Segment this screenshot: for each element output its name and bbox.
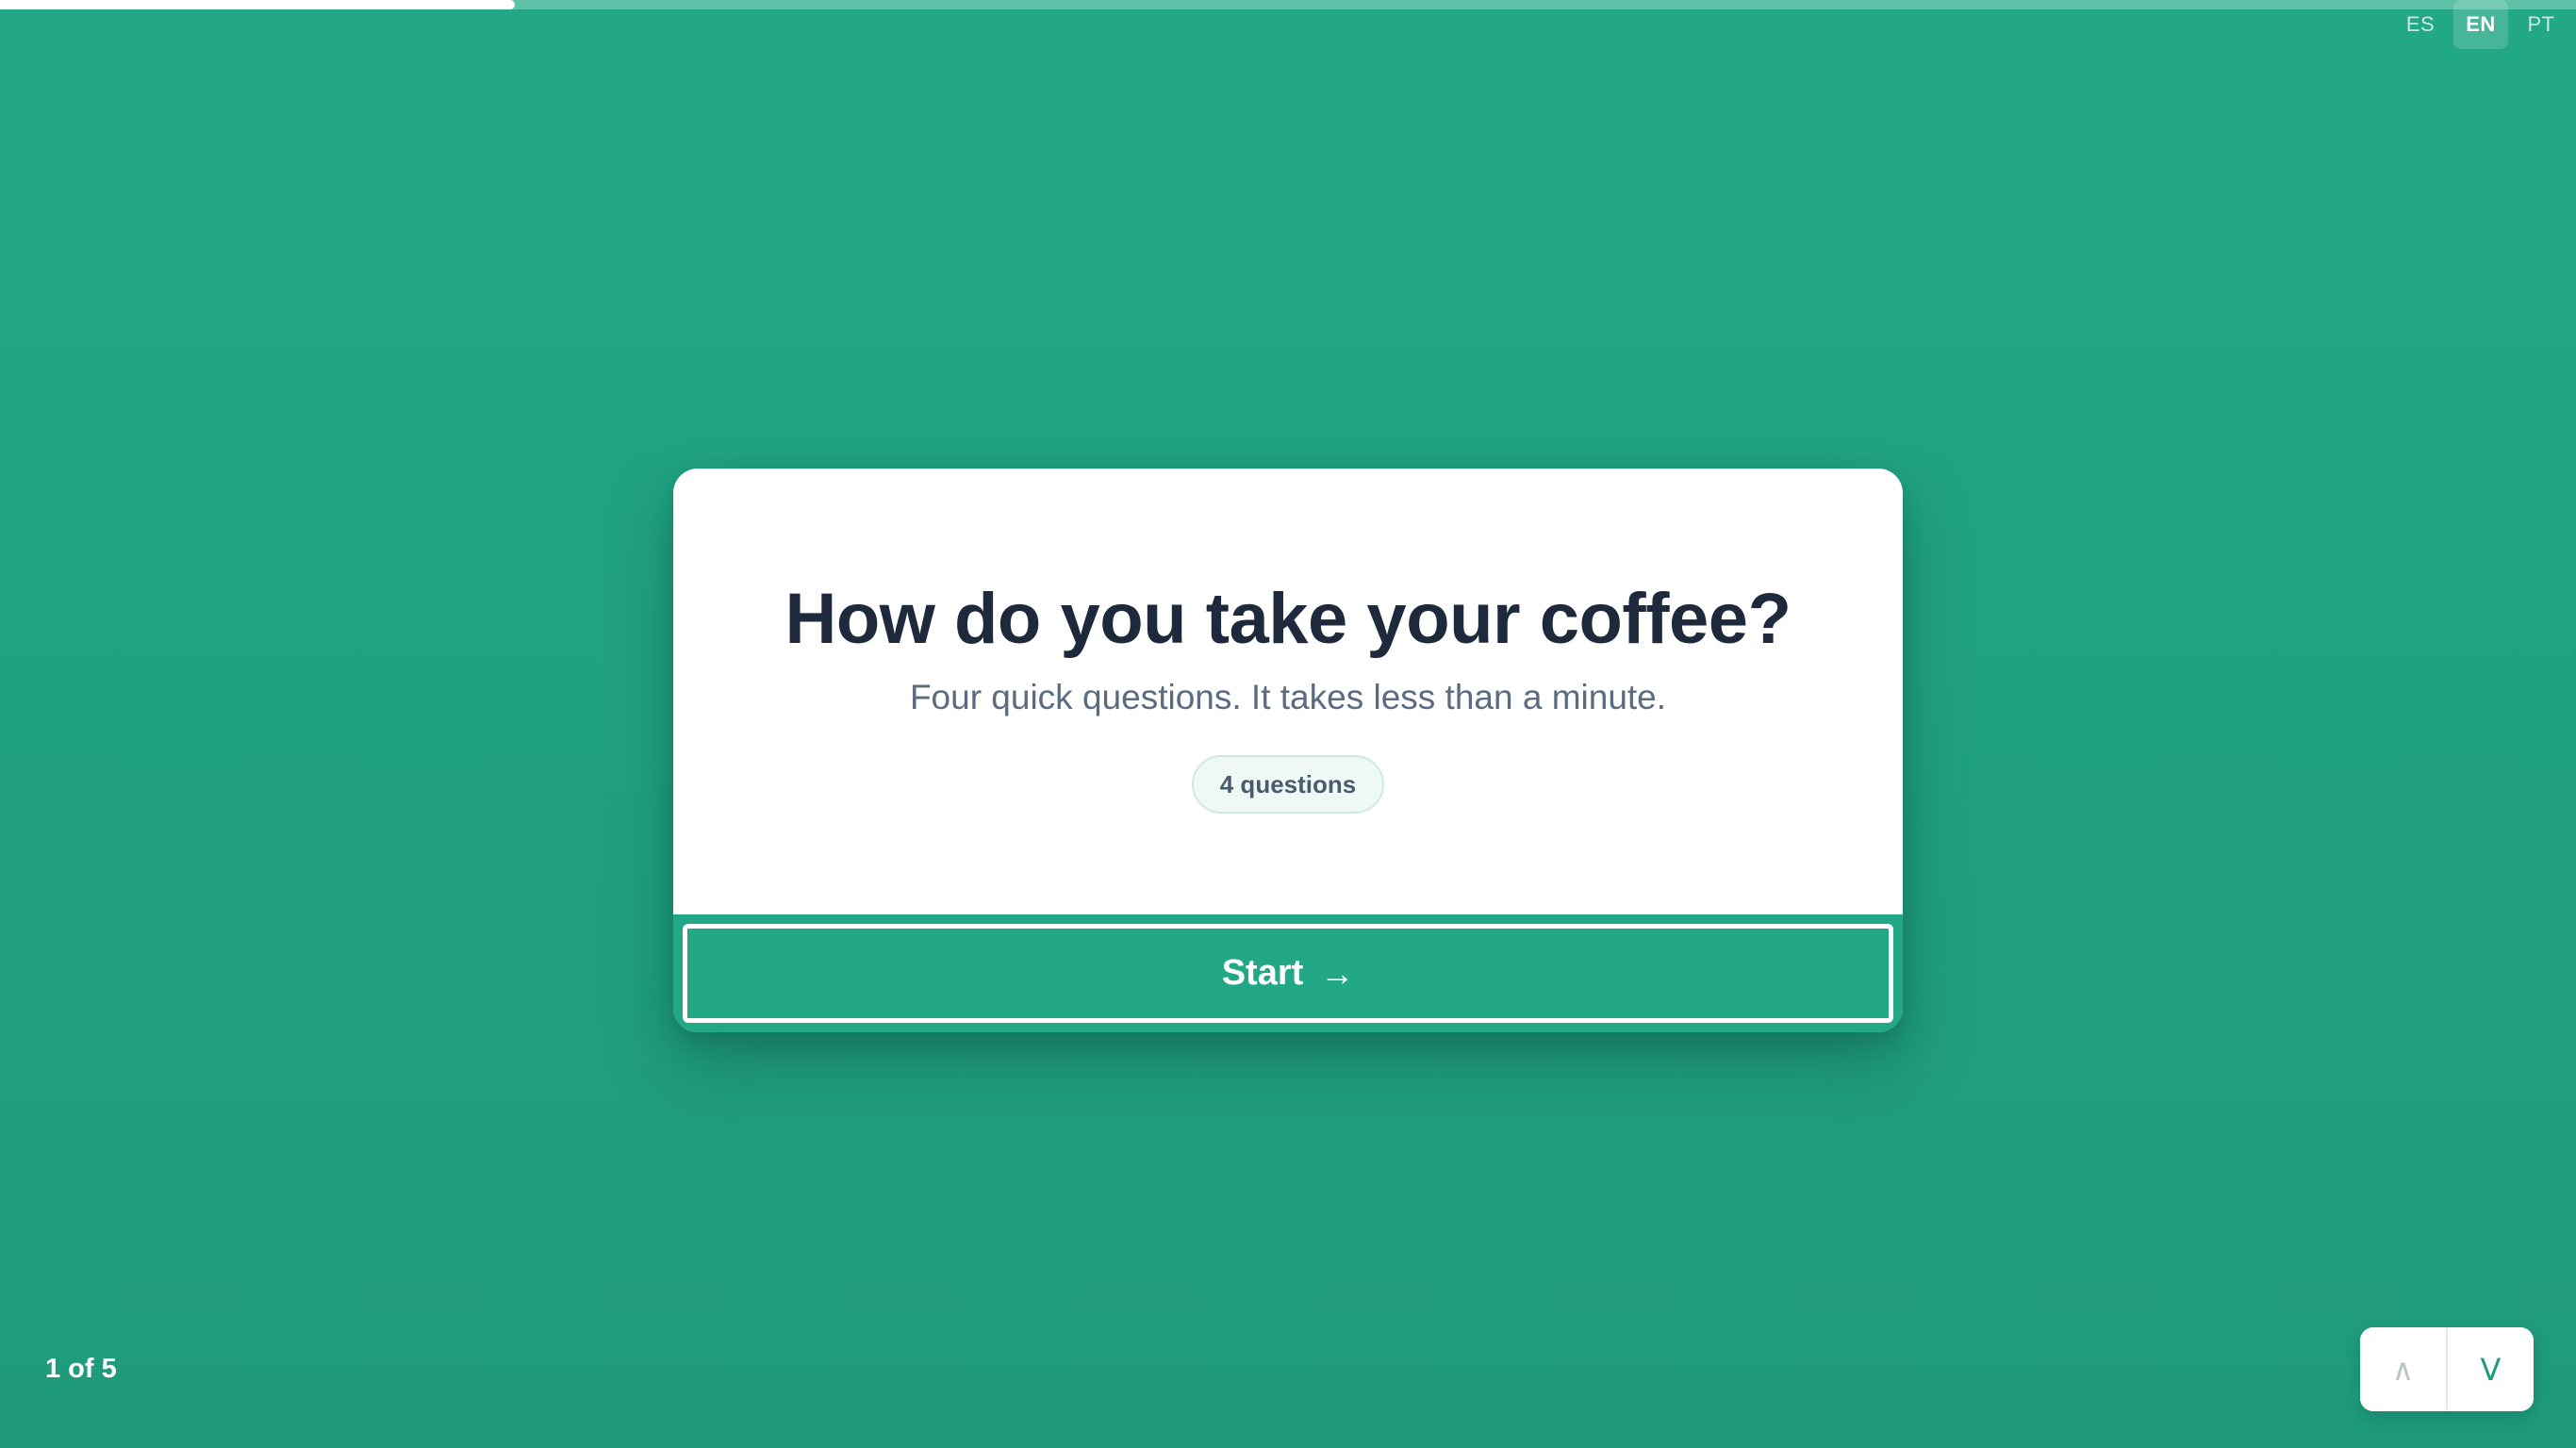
chevron-down-icon: V xyxy=(2480,1351,2502,1388)
start-button-label: Start xyxy=(1221,953,1304,993)
language-switcher: ES EN PT xyxy=(2393,0,2576,49)
language-option-es[interactable]: ES xyxy=(2393,0,2448,49)
previous-button[interactable]: ∧ xyxy=(2360,1327,2448,1411)
arrow-right-icon: → xyxy=(1320,953,1355,993)
welcome-card-body: How do you take your coffee? Four quick … xyxy=(673,469,1903,914)
progress-bar xyxy=(0,0,2576,9)
question-count-badge: 4 questions xyxy=(1191,755,1385,814)
chevron-up-icon: ∧ xyxy=(2391,1351,2415,1388)
navigation-controls: ∧ V xyxy=(2360,1327,2534,1411)
language-option-pt[interactable]: PT xyxy=(2514,0,2568,49)
survey-subtitle: Four quick questions. It takes less than… xyxy=(909,678,1667,716)
progress-bar-fill xyxy=(0,0,516,9)
welcome-card-footer: Start → xyxy=(673,914,1903,1032)
language-option-en[interactable]: EN xyxy=(2453,0,2508,49)
survey-title: How do you take your coffee? xyxy=(784,579,1792,659)
next-button[interactable]: V xyxy=(2448,1327,2534,1411)
welcome-card: How do you take your coffee? Four quick … xyxy=(673,469,1903,1032)
page-counter: 1 of 5 xyxy=(45,1354,117,1384)
start-button[interactable]: Start → xyxy=(683,924,1893,1023)
